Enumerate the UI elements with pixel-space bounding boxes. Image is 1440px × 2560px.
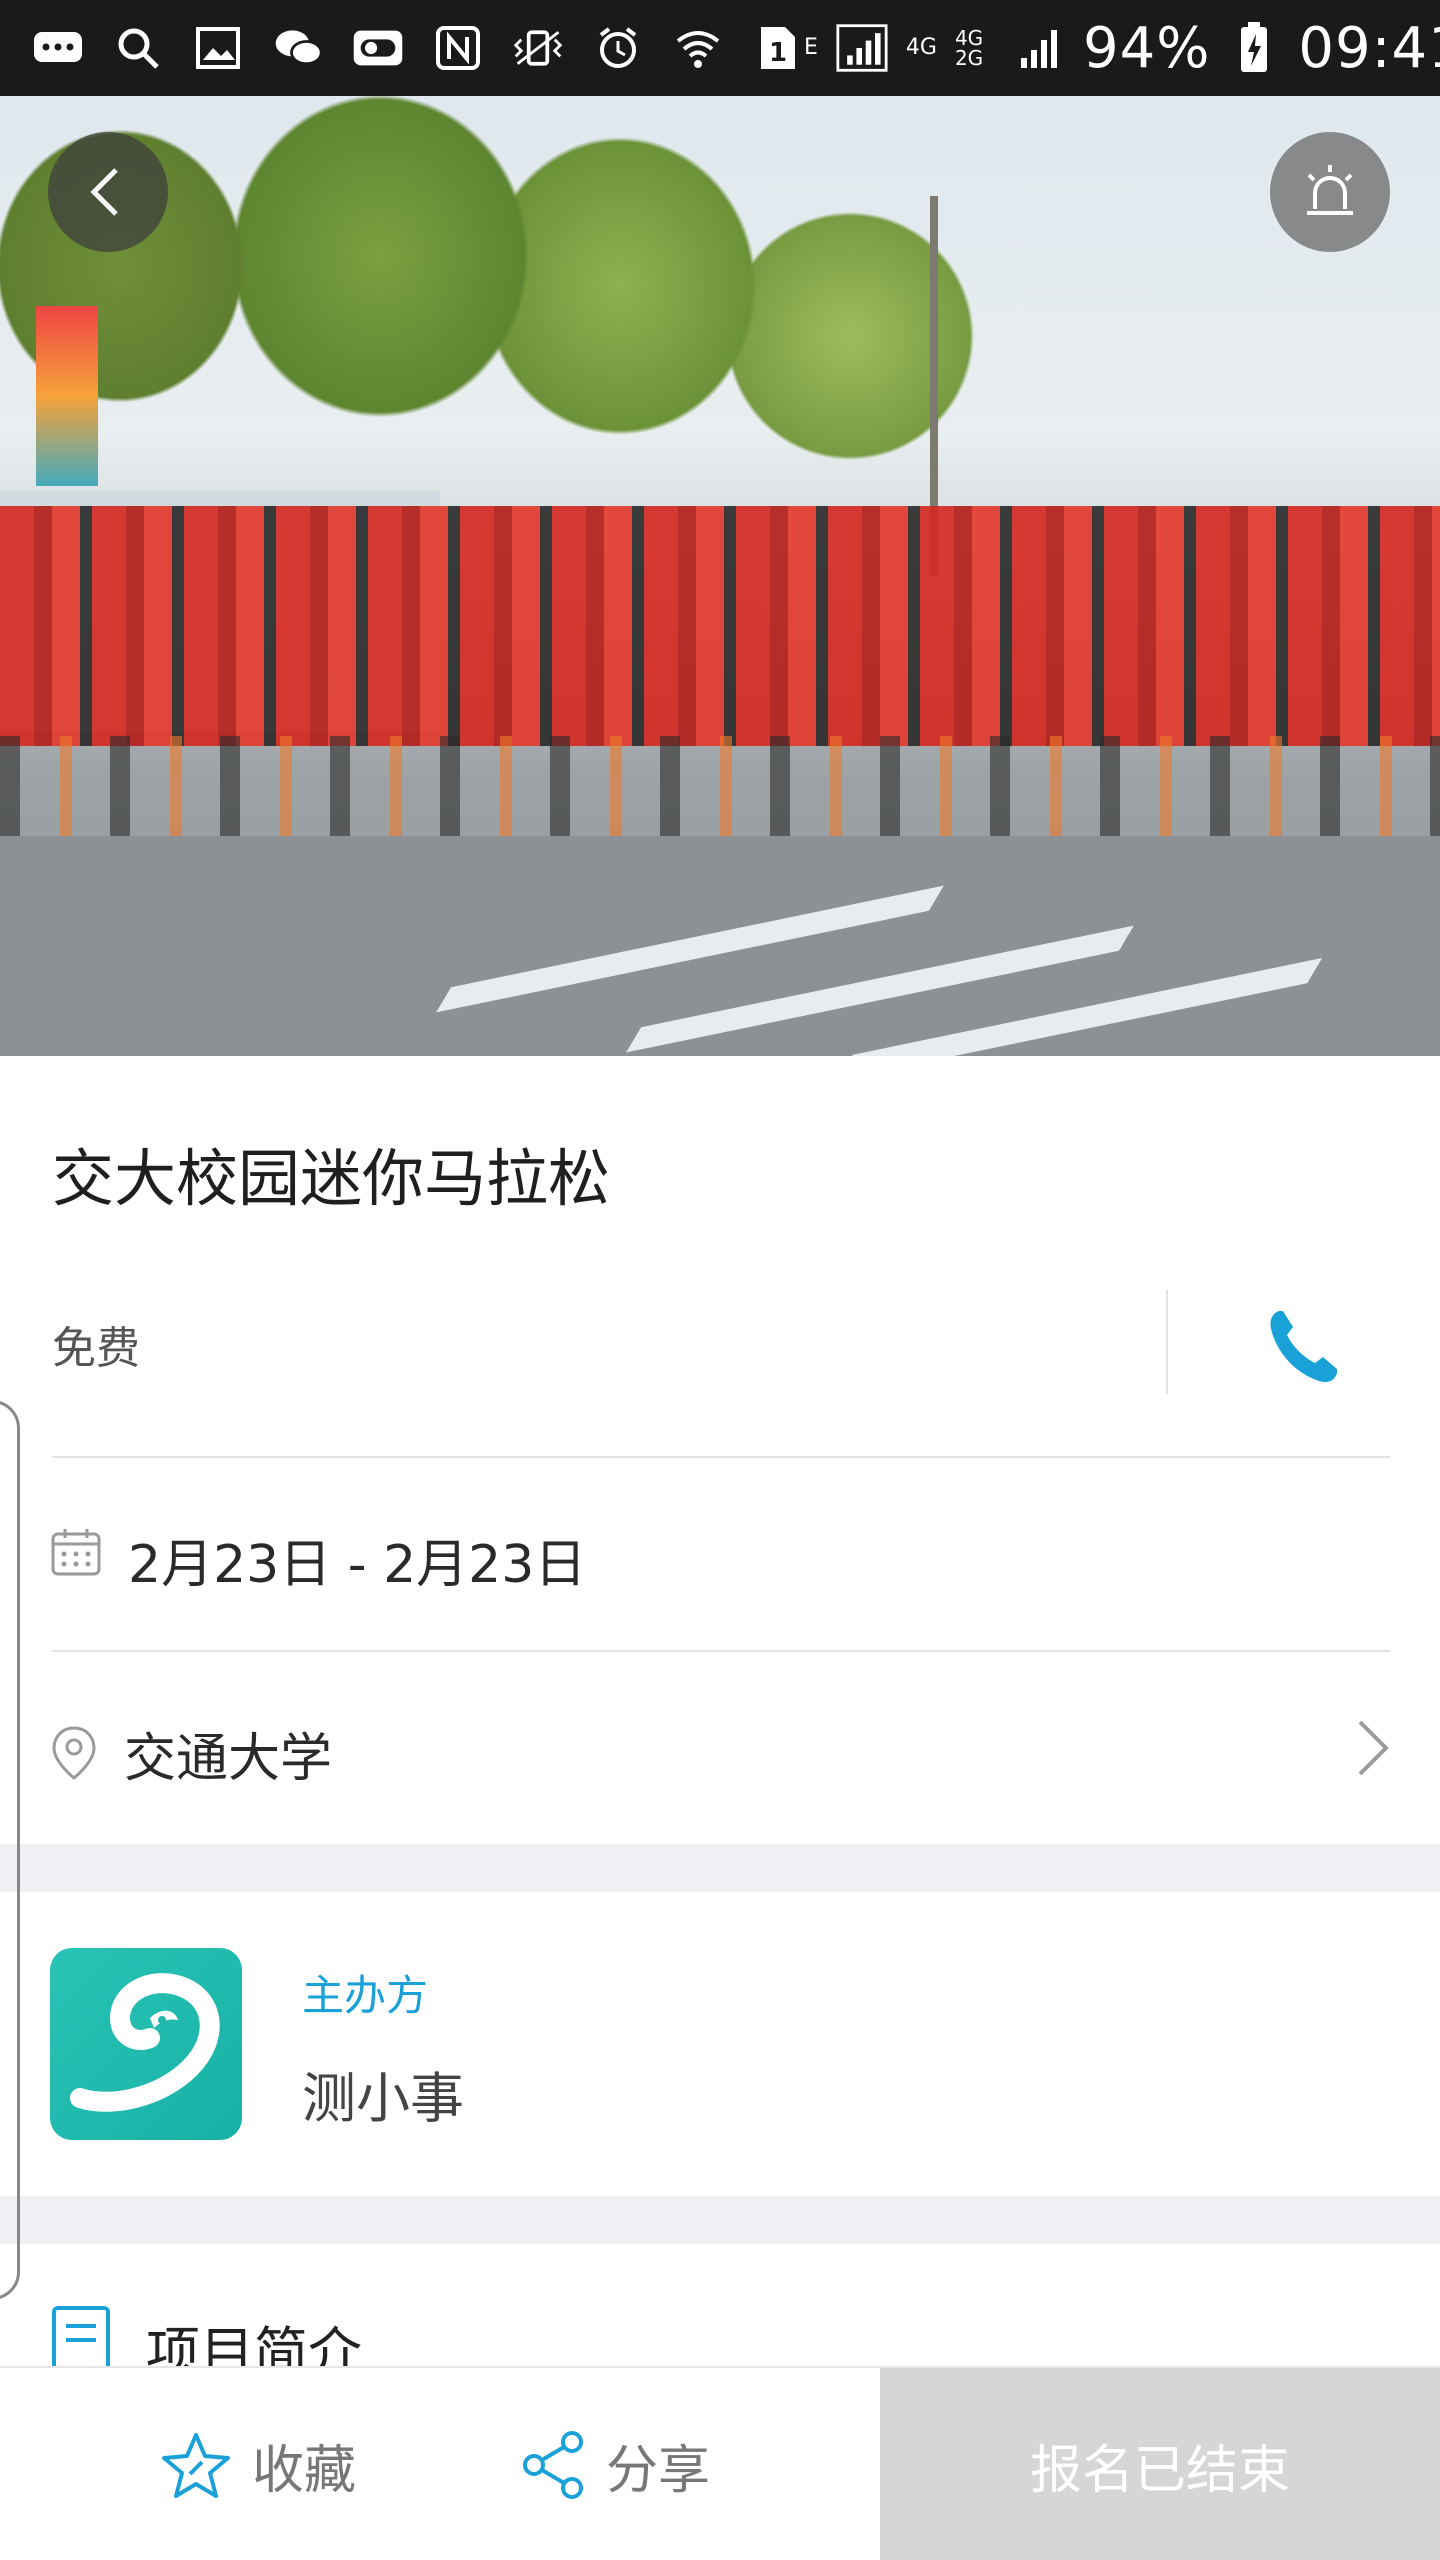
- divider: [52, 1650, 1390, 1652]
- network-e-label: E: [804, 35, 818, 60]
- date-row: 2月23日 - 2月23日: [0, 1480, 1440, 1600]
- price-row: 免费: [0, 1290, 1440, 1410]
- hero-runners: [0, 506, 1440, 746]
- battery-charging-icon: [1228, 22, 1280, 74]
- call-button[interactable]: [1258, 1302, 1348, 1392]
- share-label: 分享: [606, 2440, 711, 2501]
- star-icon: [162, 2433, 230, 2498]
- network-4g-label: 4G: [905, 35, 937, 60]
- location-row[interactable]: 交通大学: [0, 1680, 1440, 1800]
- event-location: 交通大学: [124, 1729, 333, 1789]
- organizer-name: 测小事: [302, 2067, 464, 2130]
- network-4g2g-label: 4G 2G: [954, 26, 984, 70]
- battery-percent: 94%: [1082, 15, 1211, 81]
- siren-icon: [1307, 165, 1353, 215]
- intro-section-header: 项目简介: [0, 2240, 1440, 2370]
- wechat-icon: [272, 22, 324, 74]
- report-button[interactable]: [1270, 132, 1390, 252]
- wifi-icon: [672, 22, 724, 74]
- message-icon: [32, 22, 84, 74]
- toggle-icon: [352, 22, 404, 74]
- clock: 09:41: [1298, 15, 1440, 81]
- sim-card-icon: 1: [752, 22, 804, 74]
- gallery-icon: [192, 22, 244, 74]
- favorite-button[interactable]: 收藏: [160, 2368, 356, 2560]
- section-separator: [0, 2196, 1440, 2244]
- back-button[interactable]: [48, 132, 168, 252]
- organizer-logo: [50, 1948, 242, 2140]
- organizer-card[interactable]: 主办方 测小事: [0, 1892, 1440, 2194]
- favorite-label: 收藏: [252, 2440, 357, 2501]
- chevron-left-icon: [90, 168, 118, 216]
- location-pin-icon: [52, 1726, 96, 1780]
- share-icon: [523, 2431, 583, 2499]
- vibrate-icon: [512, 22, 564, 74]
- chevron-right-icon: [1358, 1720, 1389, 1776]
- event-cover-image: [0, 96, 1440, 1056]
- divider: [52, 1456, 1390, 1458]
- calendar-icon: [51, 1529, 101, 1576]
- edge-panel-handle[interactable]: [0, 1400, 20, 2300]
- registration-closed-button[interactable]: 报名已结束: [880, 2368, 1440, 2560]
- document-icon: [52, 2306, 110, 2370]
- section-separator: [0, 1844, 1440, 1892]
- nfc-icon: [432, 22, 484, 74]
- alarm-clock-icon: [592, 22, 644, 74]
- event-date-range: 2月23日 - 2月23日: [128, 1535, 587, 1595]
- hero-banner-sign: [36, 306, 98, 486]
- swan-logo-icon: [70, 1973, 220, 2112]
- organizer-label: 主办方: [302, 1971, 429, 2020]
- sim-slot-label: 1: [769, 38, 787, 68]
- intro-title: 项目简介: [146, 2321, 362, 2370]
- phone-icon: [1270, 1311, 1337, 1383]
- vertical-divider: [1166, 1290, 1168, 1394]
- event-title: 交大校园迷你马拉松: [52, 1142, 611, 1215]
- status-bar: 1 E 4G 4G 2G 94% 09:41: [0, 0, 1440, 96]
- share-button[interactable]: 分享: [520, 2368, 710, 2560]
- bottom-action-bar: 收藏 分享 报名已结束: [0, 2366, 1440, 2560]
- event-price: 免费: [52, 1323, 140, 1374]
- signal-bars-icon: [1013, 22, 1065, 74]
- signal-icon: [836, 22, 888, 74]
- search-icon: [112, 22, 164, 74]
